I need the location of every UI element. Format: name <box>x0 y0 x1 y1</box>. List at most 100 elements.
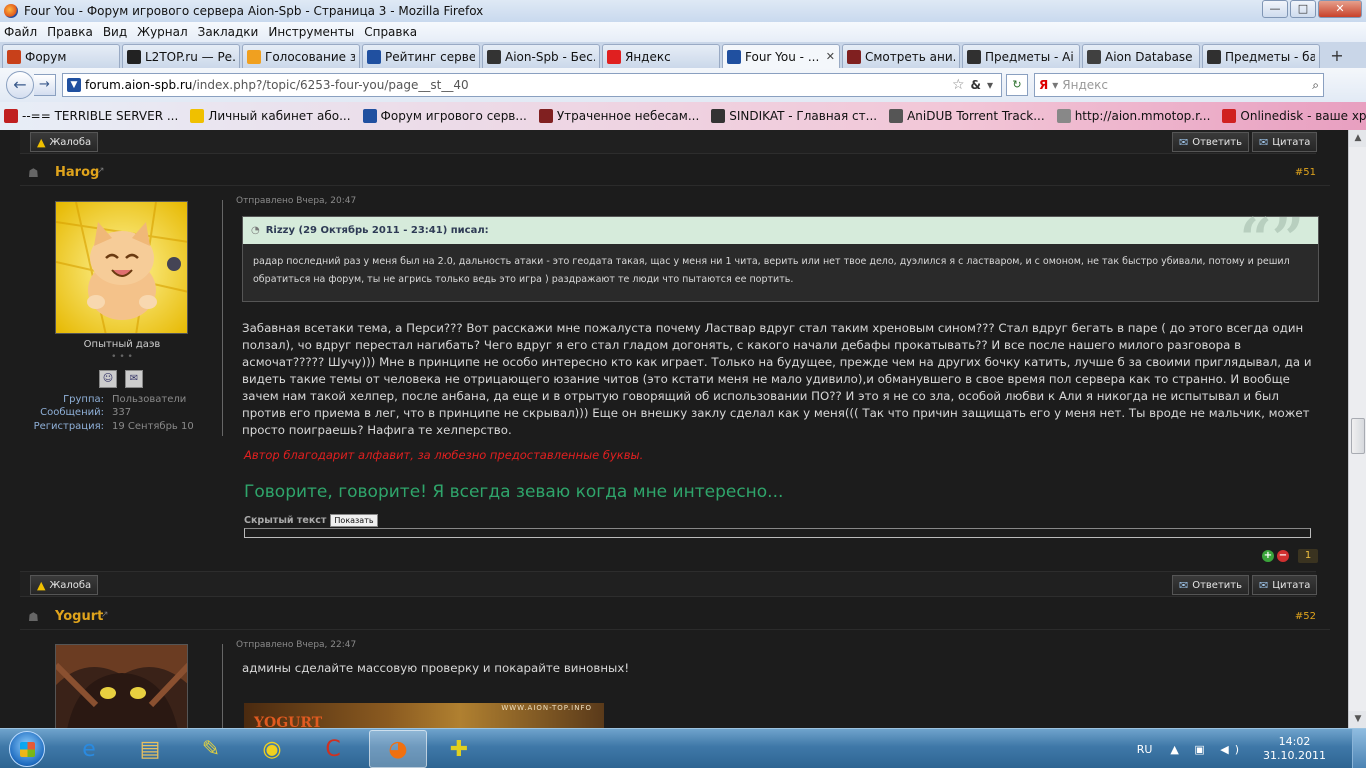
quote-label: Цитата <box>1272 136 1311 148</box>
hidden-text-label: Скрытый текст <box>244 515 327 526</box>
browser-tab[interactable]: L2TOP.ru — Ре... <box>122 44 240 68</box>
file-explorer-icon[interactable]: ▤ <box>121 730 179 768</box>
menu-tools[interactable]: Инструменты <box>268 25 354 39</box>
search-box[interactable]: Я ▾ Яндекс ⌕ <box>1034 73 1324 97</box>
profile-field-value[interactable]: Пользователи <box>112 394 186 405</box>
url-bar[interactable]: ▼ forum.aion-spb.ru /index.php?/topic/62… <box>62 73 1002 97</box>
scroll-down-icon[interactable]: ▼ <box>1349 711 1366 728</box>
quote-text: радар последний раз у меня был на 2.0, д… <box>253 256 1290 285</box>
tray-icons[interactable]: ▲ ▣ ◀) <box>1170 743 1245 756</box>
browser-tab[interactable]: Голосование з... <box>242 44 360 68</box>
menu-history[interactable]: Журнал <box>137 25 188 39</box>
profile-field-key: Сообщений: <box>40 407 104 418</box>
menu-bookmarks[interactable]: Закладки <box>198 25 259 39</box>
report-button[interactable]: ▲ Жалоба <box>30 132 99 152</box>
post-author[interactable]: Yogurt <box>55 609 103 624</box>
tab-label: Aion Database ... <box>1105 49 1195 64</box>
url-dropdown-icon[interactable]: ▾ <box>987 78 993 92</box>
user-silhouette-icon: ☗ <box>28 166 39 180</box>
tab-label: Four You - ... <box>745 49 820 64</box>
browser-tab[interactable]: Смотреть ани... <box>842 44 960 68</box>
quote-button[interactable]: ✉ Цитата <box>1252 575 1318 595</box>
scroll-up-icon[interactable]: ▲ <box>1349 130 1366 147</box>
search-engine-dropdown-icon[interactable]: ▾ <box>1052 78 1058 92</box>
post-author[interactable]: Harog <box>55 165 99 180</box>
user-silhouette-icon: ☗ <box>28 610 39 624</box>
bookmark-star-icon[interactable]: ☆ <box>952 77 965 93</box>
send-message-icon[interactable]: ✉ <box>125 370 143 388</box>
game-launcher-icon[interactable]: ✚ <box>430 730 488 768</box>
browser-tab[interactable]: Предметы - ба... <box>1202 44 1320 68</box>
bookmark-item[interactable]: SINDIKAT - Главная ст... <box>711 109 877 123</box>
ampersand-icon[interactable]: & <box>971 78 981 92</box>
quote-arrow-icon[interactable]: ◔ <box>251 225 260 236</box>
browser-tab[interactable]: Форум <box>2 44 120 68</box>
paint-tools-icon[interactable]: ✎ <box>182 730 240 768</box>
bookmark-item[interactable]: --== TERRIBLE SERVER ... <box>4 109 178 123</box>
post-body: админы сделайте массовую проверку и пока… <box>242 661 630 675</box>
forward-button[interactable]: → <box>34 74 56 96</box>
bookmark-item[interactable]: Личный кабинет або... <box>190 109 351 123</box>
page-scrollbar[interactable]: ▲ ▼ <box>1348 130 1366 728</box>
clock[interactable]: 14:02 31.10.2011 <box>1263 735 1326 763</box>
new-tab-button[interactable]: + <box>1326 46 1348 68</box>
start-button[interactable] <box>2 729 52 768</box>
bookmark-item[interactable]: http://aion.mmotop.r... <box>1056 109 1210 123</box>
vote-up-button[interactable]: + <box>1262 550 1274 562</box>
ccleaner-icon[interactable]: C <box>304 730 362 768</box>
browser-tab[interactable]: Яндекс <box>602 44 720 68</box>
menu-edit[interactable]: Правка <box>47 25 93 39</box>
vote-down-button[interactable]: − <box>1277 550 1289 562</box>
browser-tab[interactable]: Рейтинг серве... <box>362 44 480 68</box>
browser-tab[interactable]: Aion Database ... <box>1082 44 1200 68</box>
clock-time: 14:02 <box>1278 735 1311 748</box>
minimize-button[interactable]: — <box>1262 0 1288 18</box>
back-button[interactable]: ← <box>6 71 34 99</box>
tab-label: Aion-Spb - Бес... <box>505 49 595 64</box>
onlinedisk-icon <box>1222 109 1237 123</box>
maximize-button[interactable]: □ <box>1290 0 1316 18</box>
quote-button[interactable]: ✉ Цитата <box>1252 132 1318 152</box>
bookmark-item[interactable]: Утраченное небесам... <box>538 109 699 123</box>
tab-close-icon[interactable]: ✕ <box>826 50 835 63</box>
aion-wings-icon <box>362 109 377 123</box>
quote-block: ◔ Rizzy (29 Октябрь 2011 - 23:41) писал:… <box>242 211 1319 302</box>
internet-explorer-icon[interactable]: e <box>60 730 118 768</box>
bookmark-item[interactable]: Onlinedisk - ваше хра... <box>1222 109 1366 123</box>
show-hidden-button[interactable]: Показать <box>330 514 378 527</box>
firefox-icon <box>4 4 18 18</box>
scroll-thumb[interactable] <box>1351 418 1365 454</box>
browser-tab[interactable]: Aion-Spb - Бес... <box>482 44 600 68</box>
search-icon[interactable]: ⌕ <box>1312 78 1319 93</box>
add-friend-icon[interactable]: ☺ <box>99 370 117 388</box>
aion-spb-icon <box>487 49 501 64</box>
menu-view[interactable]: Вид <box>103 25 127 39</box>
bookmark-item[interactable]: Форум игрового серв... <box>362 109 527 123</box>
back-arrow-icon: ← <box>13 75 27 94</box>
media-player-icon[interactable]: ◉ <box>243 730 301 768</box>
show-desktop-button[interactable] <box>1352 729 1366 768</box>
language-indicator[interactable]: RU <box>1137 743 1153 756</box>
fish-icon <box>889 109 904 123</box>
report-button[interactable]: ▲ Жалоба <box>30 575 99 595</box>
post-number[interactable]: #51 <box>1295 167 1316 178</box>
close-button[interactable]: ✕ <box>1318 0 1362 18</box>
aion-a-icon <box>1207 49 1221 64</box>
browser-tab[interactable]: Предметы - Ai... <box>962 44 1080 68</box>
post-header: ☗ Yogurt ↗ #52 <box>20 604 1330 630</box>
menu-help[interactable]: Справка <box>364 25 417 39</box>
reply-button[interactable]: ✉ Ответить <box>1172 132 1250 152</box>
browser-tab[interactable]: Four You - ... ✕ <box>722 44 840 68</box>
profile-link-icon[interactable]: ↗ <box>97 166 105 176</box>
menu-file[interactable]: Файл <box>4 25 37 39</box>
scroll-icon <box>7 49 21 64</box>
url-path: /index.php?/topic/6253-four-you/page__st… <box>192 78 469 92</box>
profile-icons: ☺ ✉ <box>99 370 143 388</box>
post-number[interactable]: #52 <box>1295 611 1316 622</box>
reply-button[interactable]: ✉ Ответить <box>1172 575 1250 595</box>
profile-link-icon[interactable]: ↗ <box>101 610 109 620</box>
firefox-icon[interactable]: ◕ <box>369 730 427 768</box>
reload-button[interactable]: ↻ <box>1006 74 1028 96</box>
bookmark-item[interactable]: AniDUB Torrent Track... <box>889 109 1045 123</box>
tab-label: Предметы - ба... <box>1225 49 1315 64</box>
